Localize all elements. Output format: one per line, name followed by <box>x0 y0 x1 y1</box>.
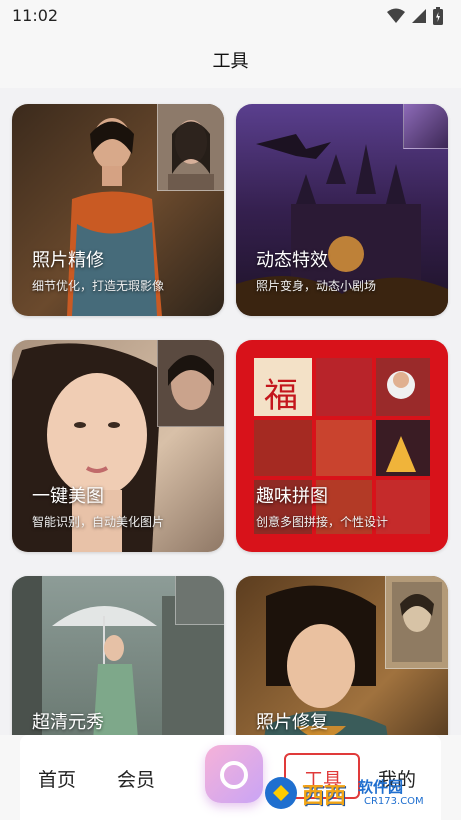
card-title: 一键美图 <box>32 486 104 507</box>
card-title: 超清元秀 <box>32 712 104 733</box>
status-bar: 11:02 <box>0 0 461 32</box>
before-thumbnail <box>157 340 224 427</box>
card-title: 趣味拼图 <box>256 486 328 507</box>
card-subtitle: 智能识别，自动美化图片 <box>32 515 165 529</box>
card-photo-retouch[interactable]: 照片精修 细节优化，打造无瑕影像 <box>12 104 224 316</box>
card-subtitle: 细节优化，打造无瑕影像 <box>32 279 165 293</box>
header: 工具 <box>0 32 461 88</box>
before-thumbnail <box>403 104 448 149</box>
card-title: 照片精修 <box>32 250 104 271</box>
before-thumbnail <box>157 104 224 191</box>
page-title: 工具 <box>212 51 249 72</box>
card-title: 动态特效 <box>256 250 328 271</box>
camera-icon <box>220 761 248 789</box>
status-time: 11:02 <box>12 6 59 25</box>
before-thumbnail <box>385 576 448 669</box>
card-fun-collage[interactable]: 福 趣味拼图 创意多图拼接，个性设计 <box>236 340 448 552</box>
tab-home[interactable]: 首页 <box>38 765 76 792</box>
watermark-site: 软件园 <box>358 778 404 796</box>
camera-button[interactable] <box>205 745 263 803</box>
card-subtitle: 照片变身，动态小剧场 <box>256 279 377 293</box>
card-one-click-beautify[interactable]: 一键美图 智能识别，自动美化图片 <box>12 340 224 552</box>
status-icons <box>387 7 443 25</box>
watermark-logo: 西西 软件园 CR173.COM <box>262 774 440 812</box>
signal-icon <box>412 9 426 23</box>
tab-vip[interactable]: 会员 <box>117 765 155 792</box>
card-subtitle: 创意多图拼接，个性设计 <box>256 515 389 529</box>
fu-character: 福 <box>264 376 298 416</box>
watermark-brand: 西西 <box>302 784 347 809</box>
card-title: 照片修复 <box>256 712 328 733</box>
wifi-icon <box>387 8 405 23</box>
tool-grid: 照片精修 细节优化，打造无瑕影像 动态特效 照片变身，动态小剧场 一键美图 智能… <box>0 88 461 788</box>
watermark-url: CR173.COM <box>364 796 424 807</box>
before-thumbnail <box>175 576 224 625</box>
battery-icon <box>433 7 443 25</box>
card-dynamic-effects[interactable]: 动态特效 照片变身，动态小剧场 <box>236 104 448 316</box>
